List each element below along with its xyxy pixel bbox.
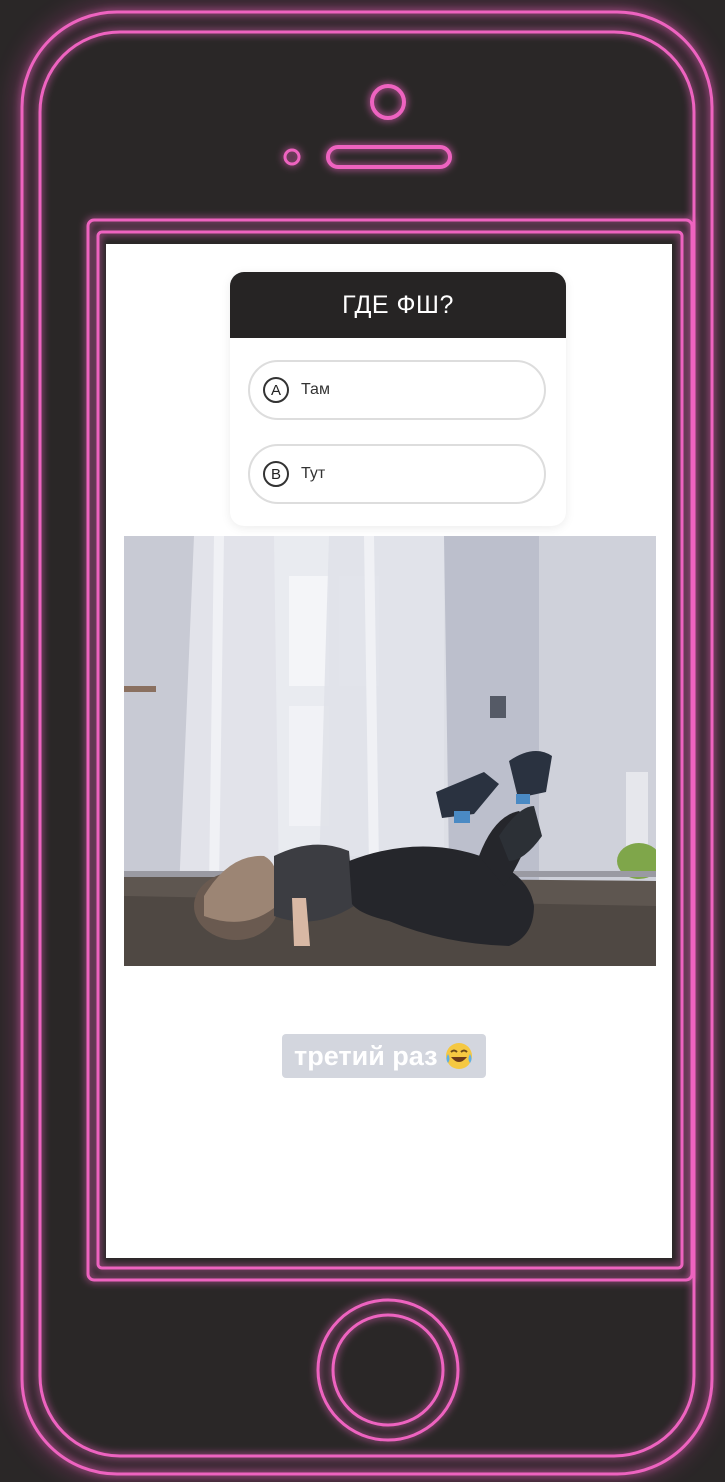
quiz-sticker: ГДЕ ФШ? A Там B Тут [230,272,566,526]
option-letter: B [263,461,289,487]
story-screen: ГДЕ ФШ? A Там B Тут третий раз [106,244,672,1258]
option-letter: A [263,377,289,403]
camera-icon [370,84,406,120]
caption-text-sticker: третий раз [282,1034,486,1078]
speaker-slot-icon [326,145,452,169]
home-button-icon [316,1298,460,1442]
quiz-option-a[interactable]: A Там [248,360,546,420]
caption-text: третий раз [294,1040,438,1071]
option-label: Тут [301,465,326,482]
laughing-tears-emoji-icon [445,1043,472,1069]
sensor-dot-icon [283,148,301,166]
quiz-option-b[interactable]: B Тут [248,444,546,504]
story-photo [124,536,656,966]
quiz-question: ГДЕ ФШ? [230,272,566,338]
option-label: Там [301,381,330,398]
